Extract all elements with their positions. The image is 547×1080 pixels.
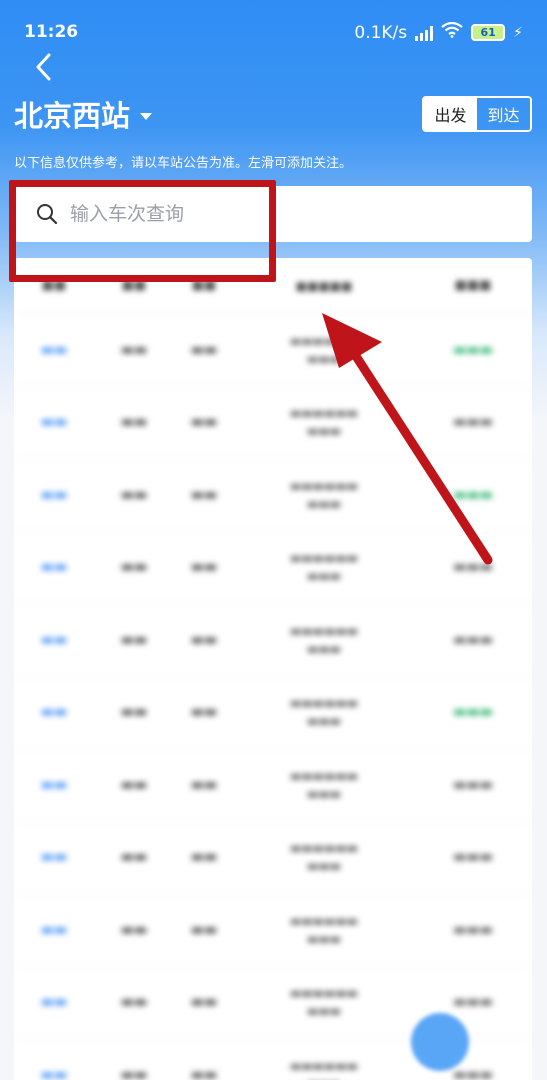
depart-arrive-toggle[interactable]: 出发 到达 [422, 96, 532, 132]
terminal-station: ▬▬ [120, 559, 148, 576]
table-row[interactable]: ▬▬▬▬▬▬▬▬▬▬▬▬▬▬▬▬▬▬ [14, 604, 532, 677]
arrival-time: ▬▬ [190, 631, 218, 648]
table-row[interactable]: ▬▬▬▬▬▬▬▬▬▬▬▬▬▬▬▬▬▬ [14, 387, 532, 459]
arrival-time: ▬▬ [190, 849, 218, 866]
status-indicators: 0.1K/s 61 ⚡ [354, 21, 523, 43]
train-status: ▬▬▬ [453, 849, 493, 866]
platform-info: ▬▬▬▬▬▬▬▬▬ [289, 478, 359, 511]
platform-info: ▬▬▬▬▬▬▬▬▬ [289, 841, 359, 874]
platform-info: ▬▬▬▬▬▬▬▬▬ [289, 551, 359, 584]
terminal-station: ▬▬ [120, 341, 148, 358]
table-row[interactable]: ▬▬▬▬▬▬▬▬▬▬▬▬▬▬▬▬▬▬ [14, 749, 532, 822]
train-number: ▬▬ [40, 486, 68, 503]
train-number: ▬▬ [40, 341, 68, 358]
chevron-left-icon [36, 53, 51, 81]
wifi-icon [441, 21, 463, 43]
terminal-station: ▬▬ [120, 486, 148, 503]
train-status: ▬▬▬ [453, 631, 493, 648]
table-row[interactable]: ▬▬▬▬▬▬▬▬▬▬▬▬▬▬▬▬▬▬ [14, 314, 532, 387]
terminal-station: ▬▬ [120, 414, 148, 431]
station-name: 北京西站 [14, 99, 131, 133]
back-button[interactable] [28, 50, 58, 84]
train-number: ▬▬ [40, 1066, 68, 1080]
station-selector[interactable]: 北京西站 [14, 93, 153, 135]
network-speed: 0.1K/s [354, 22, 408, 43]
train-status: ▬▬▬ [453, 414, 493, 431]
table-row[interactable]: ▬▬▬▬▬▬▬▬▬▬▬▬▬▬▬▬▬▬ [14, 677, 532, 749]
platform-info: ▬▬▬▬▬▬▬▬▬ [289, 986, 359, 1019]
terminal-station: ▬▬ [120, 921, 148, 938]
terminal-station: ▬▬ [120, 776, 148, 793]
caret-down-icon [140, 112, 153, 120]
notice-text: 以下信息仅供参考，请以车站公告为准。左滑可添加关注。 [14, 156, 353, 171]
arrival-time: ▬▬ [190, 414, 218, 431]
status-time: 11:26 [24, 22, 79, 42]
train-status: ▬▬▬ [453, 559, 493, 576]
platform-info: ▬▬▬▬▬▬▬▬▬ [289, 623, 359, 656]
terminal-station: ▬▬ [120, 994, 148, 1011]
train-status: ▬▬▬ [453, 486, 493, 503]
terminal-station: ▬▬ [120, 1066, 148, 1080]
battery-icon: 61 [471, 24, 506, 41]
platform-info: ▬▬▬▬▬▬▬▬▬ [289, 913, 359, 946]
arrival-time: ▬▬ [190, 486, 218, 503]
platform-info: ▬▬▬▬▬▬▬▬▬ [289, 1058, 359, 1080]
tab-arrive[interactable]: 到达 [477, 98, 530, 130]
arrival-time: ▬▬ [190, 1066, 218, 1080]
floating-action-button[interactable] [411, 1013, 469, 1071]
terminal-station: ▬▬ [120, 849, 148, 866]
train-status: ▬▬▬ [453, 921, 493, 938]
arrival-time: ▬▬ [190, 776, 218, 793]
table-row[interactable]: ▬▬▬▬▬▬▬▬▬▬▬▬▬▬▬▬▬▬ [14, 822, 532, 894]
train-status: ▬▬▬ [453, 994, 493, 1011]
charging-icon: ⚡ [513, 24, 523, 41]
arrival-time: ▬▬ [190, 704, 218, 721]
train-number: ▬▬ [40, 994, 68, 1011]
train-number: ▬▬ [40, 559, 68, 576]
train-number: ▬▬ [40, 704, 68, 721]
train-status: ▬▬▬ [453, 776, 493, 793]
table-row[interactable]: ▬▬▬▬▬▬▬▬▬▬▬▬▬▬▬▬▬▬ [14, 894, 532, 967]
arrival-time: ▬▬ [190, 994, 218, 1011]
train-number: ▬▬ [40, 776, 68, 793]
annotation-highlight-box [9, 180, 276, 282]
platform-info: ▬▬▬▬▬▬▬▬▬ [289, 768, 359, 801]
arrival-time: ▬▬ [190, 341, 218, 358]
train-status: ▬▬▬ [453, 704, 493, 721]
train-number: ▬▬ [40, 921, 68, 938]
train-number: ▬▬ [40, 849, 68, 866]
table-row[interactable]: ▬▬▬▬▬▬▬▬▬▬▬▬▬▬▬▬▬▬ [14, 532, 532, 604]
table-row[interactable]: ▬▬▬▬▬▬▬▬▬▬▬▬▬▬▬▬▬▬ [14, 459, 532, 532]
cellular-signal-icon [415, 25, 434, 41]
train-number: ▬▬ [40, 414, 68, 431]
train-number: ▬▬ [40, 631, 68, 648]
arrival-time: ▬▬ [190, 559, 218, 576]
terminal-station: ▬▬ [120, 631, 148, 648]
status-bar: 11:26 0.1K/s 61 ⚡ [0, 0, 547, 62]
table-body: ▬▬ ▬▬ ▬▬ ▬▬▬▬▬▬ ▬▬▬ ▬▬▬ ▬▬ ▬▬ ▬▬ ▬▬▬▬▬▬ ▬▬▬ ▬▬▬ ▬▬ ▬▬… [14, 314, 532, 1080]
tab-depart[interactable]: 出发 [424, 98, 477, 130]
terminal-station: ▬▬ [120, 704, 148, 721]
platform-info: ▬▬▬▬▬▬▬▬▬ [289, 696, 359, 729]
platform-info: ▬▬▬▬▬▬▬▬▬ [289, 406, 359, 439]
arrival-time: ▬▬ [190, 921, 218, 938]
train-status: ▬▬▬ [453, 341, 493, 358]
train-table: ■■ ■■ ■■ ■■■■■ ■■■ ▬▬ ▬▬ ▬▬ ▬▬▬▬▬▬ ▬▬▬ ▬▬▬ ▬▬ ▬… [14, 258, 532, 1080]
platform-info: ▬▬▬▬▬▬▬▬▬ [289, 333, 359, 366]
